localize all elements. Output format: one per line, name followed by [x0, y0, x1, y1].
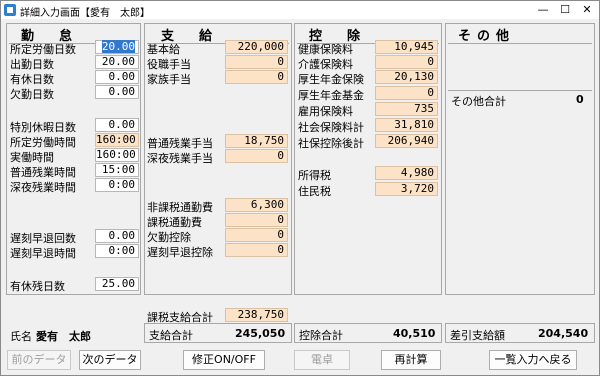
shikyu-label: 遅刻早退控除 [147, 246, 213, 259]
sonota-panel: その他 その他合計 0 [445, 23, 595, 295]
kojo-label: 雇用保険料 [298, 105, 353, 118]
kintai-label: 所定労働時間 [10, 136, 76, 149]
kojo-label: 社会保険料計 [298, 121, 364, 134]
kojo-panel: 控 除 健康保険料 10,945 介護保険料 0 厚生年金保険 20,130 厚… [294, 23, 442, 295]
shikyu-field-hikazei-tsukin[interactable]: 6,300 [225, 198, 288, 212]
shikyu-field-futsu-zangyo[interactable]: 18,750 [225, 134, 288, 148]
kojo-label: 厚生年金保険 [298, 73, 364, 86]
kintai-label: 有休日数 [10, 73, 54, 86]
kintai-field-shotei-days[interactable]: 20.00 [95, 40, 139, 54]
sonota-heading: その他 [458, 29, 516, 44]
shikyu-field-shinya-zangyo[interactable]: 0 [225, 149, 288, 163]
kintai-field-jitsudo-hours[interactable]: 160:00 [95, 148, 139, 162]
shikyu-field-kihonkyu[interactable]: 220,000 [225, 40, 288, 54]
calculator-button[interactable]: 電卓 [294, 350, 350, 370]
edit-toggle-button[interactable]: 修正ON/OFF [183, 350, 265, 370]
kojo-label: 住民税 [298, 185, 331, 198]
divider [448, 90, 592, 91]
sashihiki-label: 差引支給額 [450, 329, 505, 342]
kojo-total-value: 40,510 [393, 327, 436, 340]
kojo-field-shakai-total: 31,810 [375, 118, 438, 132]
shikyu-label: 基本給 [147, 43, 180, 56]
window-title: 詳細入力画面【愛有 太郎】 [20, 8, 150, 19]
prev-data-button[interactable]: 前のデータ [7, 350, 71, 370]
app-icon [4, 4, 16, 16]
shikyu-field-yakushoku[interactable]: 0 [225, 55, 288, 69]
kojo-label: 健康保険料 [298, 43, 353, 56]
sonota-total-label: その他合計 [451, 95, 506, 108]
shikyu-total-value: 245,050 [235, 327, 286, 340]
sashihiki-box: 差引支給額 204,540 [445, 323, 595, 343]
kintai-field-yukyu-days[interactable]: 0.00 [95, 70, 139, 84]
shikyu-field-kazei-tsukin[interactable]: 0 [225, 213, 288, 227]
kintai-field-futsu-zangyo[interactable]: 15:00 [95, 163, 139, 177]
sashihiki-value: 204,540 [538, 327, 589, 340]
kintai-field-shotei-hours[interactable]: 160:00 [95, 133, 139, 147]
kintai-panel: 勤 怠 所定労働日数 20.00 出勤日数 20.00 有休日数 0.00 欠勤… [6, 23, 141, 295]
maximize-icon[interactable]: ☐ [555, 2, 575, 18]
kintai-field-tokkyu-days[interactable]: 0.00 [95, 118, 139, 132]
kojo-total-box: 控除合計 40,510 [294, 323, 442, 343]
kojo-field-juminzei[interactable]: 3,720 [375, 182, 438, 196]
shikyu-total-box: 支給合計 245,050 [144, 323, 292, 343]
kintai-label: 欠勤日数 [10, 88, 54, 101]
close-icon[interactable]: ✕ [577, 2, 597, 18]
kojo-field-kosei-nenkin[interactable]: 20,130 [375, 70, 438, 84]
kintai-label: 特別休暇日数 [10, 121, 76, 134]
recalculate-button[interactable]: 再計算 [381, 350, 441, 370]
kojo-field-kaigo[interactable]: 0 [375, 55, 438, 69]
kojo-label: 所得税 [298, 169, 331, 182]
kintai-label: 有休残日数 [10, 280, 65, 293]
kintai-label: 遅刻早退回数 [10, 232, 76, 245]
kintai-field-chikoku-count[interactable]: 0.00 [95, 229, 139, 243]
kintai-field-yukyu-remaining[interactable]: 25.00 [95, 277, 139, 291]
kintai-label: 出勤日数 [10, 58, 54, 71]
kintai-field-shinya-zangyo[interactable]: 0:00 [95, 178, 139, 192]
back-to-list-button[interactable]: 一覧入力へ戻る [489, 350, 577, 370]
kojo-field-kenko[interactable]: 10,945 [375, 40, 438, 54]
kojo-label: 社保控除後計 [298, 137, 364, 150]
kojo-field-kikin[interactable]: 0 [375, 86, 438, 100]
divider [448, 43, 592, 44]
kintai-field-kekkin-days[interactable]: 0.00 [95, 85, 139, 99]
shikyu-label: 普通残業手当 [147, 137, 213, 150]
shikyu-field-kazei-total: 238,750 [225, 308, 288, 322]
kojo-field-shaho-after: 206,940 [375, 134, 438, 148]
kojo-label: 介護保険料 [298, 58, 353, 71]
shikyu-field-kazoku[interactable]: 0 [225, 70, 288, 84]
minimize-icon[interactable]: — [533, 2, 553, 18]
kintai-field-shukkin-days[interactable]: 20.00 [95, 55, 139, 69]
kojo-field-koyo[interactable]: 735 [375, 102, 438, 116]
kintai-label: 普通残業時間 [10, 166, 76, 179]
kintai-label: 深夜残業時間 [10, 181, 76, 194]
shikyu-field-chikoku-kojo[interactable]: 0 [225, 243, 288, 257]
shikyu-label: 欠勤控除 [147, 231, 191, 244]
title-bar: 詳細入力画面【愛有 太郎】 — ☐ ✕ [1, 1, 599, 19]
shikyu-panel: 支 給 基本給 220,000 役職手当 0 家族手当 0 普通残業手当 18,… [144, 23, 292, 324]
shikyu-label: 家族手当 [147, 73, 191, 86]
shikyu-total-label: 支給合計 [149, 329, 193, 342]
kintai-label: 所定労働日数 [10, 43, 76, 56]
sonota-total-value: 0 [576, 93, 584, 106]
kojo-label: 厚生年金基金 [298, 89, 364, 102]
shikyu-label: 役職手当 [147, 58, 191, 71]
kintai-label: 実働時間 [10, 151, 54, 164]
kintai-field-chikoku-hours[interactable]: 0:00 [95, 244, 139, 258]
next-data-button[interactable]: 次のデータ [79, 350, 141, 370]
kintai-label: 遅刻早退時間 [10, 247, 76, 260]
shikyu-label: 課税通勤費 [147, 216, 202, 229]
shikyu-field-kekkin-kojo[interactable]: 0 [225, 228, 288, 242]
shikyu-label: 非課税通勤費 [147, 201, 213, 214]
kojo-total-label: 控除合計 [299, 329, 343, 342]
shikyu-label: 深夜残業手当 [147, 152, 213, 165]
detail-input-window: 詳細入力画面【愛有 太郎】 — ☐ ✕ 勤 怠 所定労働日数 20.00 出勤日… [0, 0, 600, 376]
name-label: 氏名 [10, 330, 32, 343]
kojo-field-shotokuzei[interactable]: 4,980 [375, 166, 438, 180]
employee-name: 愛有 太郎 [36, 330, 91, 343]
